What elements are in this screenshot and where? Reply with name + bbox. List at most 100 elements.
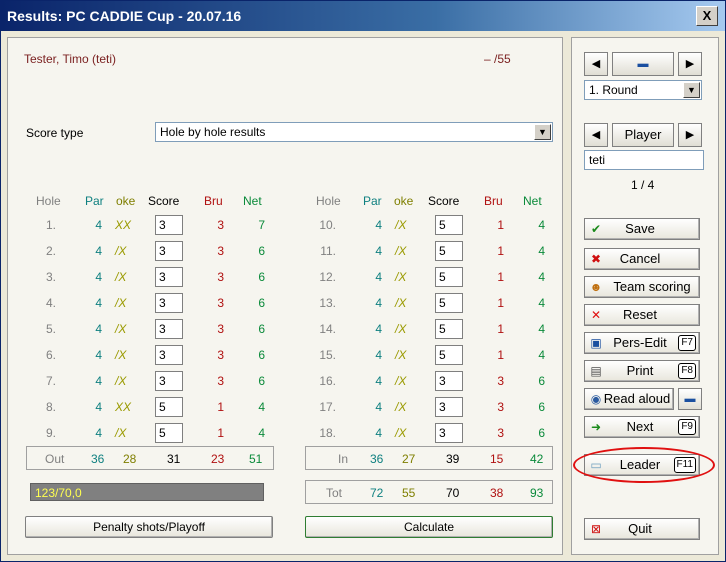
stroke-marker-icon: /X [395,296,407,310]
out-par: 36 [91,452,105,466]
hole-number: 9. [45,426,56,440]
hole-par: 4 [375,218,382,232]
window-title: Results: PC CADDIE Cup - 20.07.16 [7,8,242,24]
team-scoring-button[interactable]: ☻ Team scoring [584,276,700,298]
next-button[interactable]: ➜ Next F9 [584,416,700,438]
hole-par: 4 [95,322,102,336]
hole-number: 13. [319,296,336,310]
hole-par: 4 [375,244,382,258]
cancel-button[interactable]: ✖ Cancel [584,248,700,270]
hole-netto: 4 [538,270,545,284]
header-par-back: Par [363,194,382,208]
hole-par: 4 [95,296,102,310]
score-input[interactable]: 3 [435,371,463,391]
in-sum-row: In 36 27 39 15 42 [305,446,553,470]
score-input[interactable]: 5 [435,319,463,339]
round-prev-button[interactable]: ◀ [584,52,608,76]
score-input[interactable]: 3 [155,215,183,235]
score-input[interactable]: 5 [435,345,463,365]
header-par: Par [85,194,104,208]
hole-netto: 4 [538,218,545,232]
print-key: F8 [678,363,696,379]
hole-number: 14. [319,322,336,336]
print-label: Print [626,363,654,378]
read-aloud-button[interactable]: ◉ Read aloud [584,388,674,410]
dropdown-arrow-icon[interactable]: ▼ [683,82,700,98]
score-input[interactable]: 5 [155,423,183,443]
hole-netto: 6 [258,270,265,284]
stroke-marker-icon: /X [115,270,127,284]
hole-brutto: 1 [497,296,504,310]
hole-number: 15. [319,348,336,362]
hole-par: 4 [95,374,102,388]
tot-score: 70 [446,486,460,500]
header-hole: Hole [36,194,61,208]
score-input[interactable]: 5 [435,241,463,261]
player-next-button[interactable]: ▶ [678,123,702,147]
arrow-right-icon: ▶ [685,58,695,70]
penalty-shots-button[interactable]: Penalty shots/Playoff [25,516,273,538]
stroke-marker-icon: /X [395,374,407,388]
player-counter: 1 / 4 [631,178,655,192]
player-input-value: teti [589,153,606,167]
hole-par: 4 [375,348,382,362]
pers-edit-button[interactable]: ▣ Pers-Edit F7 [584,332,700,354]
stroke-marker-icon: /X [395,270,407,284]
score-input[interactable]: 3 [155,267,183,287]
score-input[interactable]: 3 [435,423,463,443]
stroke-marker-icon: /X [115,322,127,336]
tot-net: 93 [530,486,544,500]
player-button[interactable]: Player [612,123,674,147]
header-hole-back: Hole [316,194,341,208]
hole-number: 10. [319,218,336,232]
in-stroke: 27 [402,452,416,466]
save-button[interactable]: ✔ Save [584,218,700,240]
dropdown-arrow-icon[interactable]: ▼ [534,124,551,140]
score-input[interactable]: 3 [155,371,183,391]
score-input[interactable]: 3 [155,241,183,261]
hole-brutto: 1 [497,270,504,284]
out-score: 31 [167,452,181,466]
hole-par: 4 [95,270,102,284]
calculate-button[interactable]: Calculate [305,516,553,538]
hole-netto: 6 [258,244,265,258]
round-value: 1. Round [589,83,638,97]
quit-button[interactable]: ⊠ Quit [584,518,700,540]
score-input[interactable]: 3 [155,293,183,313]
score-input[interactable]: 3 [435,397,463,417]
out-bru: 23 [211,452,225,466]
round-next-button[interactable]: ▶ [678,52,702,76]
reset-button[interactable]: ✕ Reset [584,304,700,326]
hole-netto: 4 [538,322,545,336]
header-stroke: oke [116,194,136,208]
hole-par: 4 [375,400,382,414]
hole-brutto: 3 [217,244,224,258]
score-input[interactable]: 3 [155,345,183,365]
arrow-right-icon: ▶ [685,129,695,141]
printer-icon: ▤ [590,364,602,378]
stroke-marker-icon: /X [395,400,407,414]
player-prev-button[interactable]: ◀ [584,123,608,147]
round-select[interactable]: 1. Round ▼ [584,80,702,100]
score-type-value: Hole by hole results [160,125,266,139]
score-input[interactable]: 5 [435,215,463,235]
hole-number: 7. [45,374,56,388]
score-input[interactable]: 5 [435,267,463,287]
pers-edit-label: Pers-Edit [613,335,667,350]
score-type-select[interactable]: Hole by hole results ▼ [155,122,553,142]
score-input[interactable]: 3 [155,319,183,339]
hole-netto: 7 [258,218,265,232]
print-button[interactable]: ▤ Print F8 [584,360,700,382]
hole-brutto: 1 [497,244,504,258]
score-input[interactable]: 5 [155,397,183,417]
hole-par: 4 [375,426,382,440]
close-window-button[interactable]: X [696,6,718,26]
player-input[interactable]: teti [584,150,704,170]
hole-number: 18. [319,426,336,440]
read-aloud-print-button[interactable]: ▬ [678,388,702,410]
score-input[interactable]: 5 [435,293,463,313]
stroke-marker-icon: /X [395,426,407,440]
hole-par: 4 [95,400,102,414]
hole-netto: 6 [538,374,545,388]
round-print-button[interactable]: ▬ [612,52,674,76]
